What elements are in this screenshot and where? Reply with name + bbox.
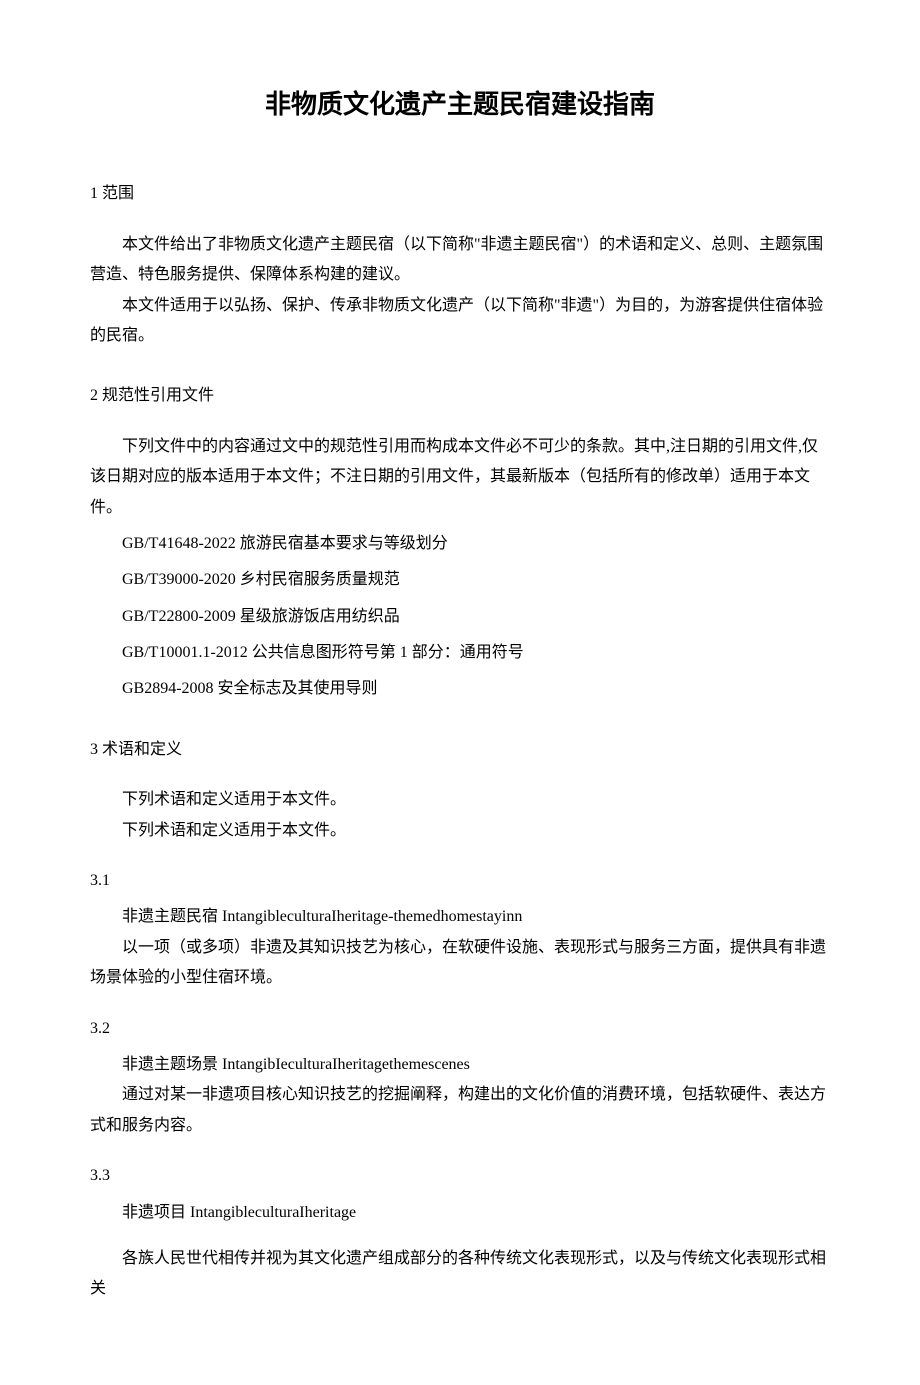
reference-item: GB/T41648-2022 旅游民宿基本要求与等级划分 [90,529,830,559]
reference-item: GB/T39000-2020 乡村民宿服务质量规范 [90,565,830,595]
section-1-para-1: 本文件给出了非物质文化遗产主题民宿（以下简称"非遗主题民宿"）的术语和定义、总则… [90,230,830,291]
section-1-para-2: 本文件适用于以弘扬、保护、传承非物质文化遗产（以下简称"非遗"）为目的，为游客提… [90,291,830,352]
section-3-para-2: 下列术语和定义适用于本文件。 [90,816,830,846]
section-3-para-1: 下列术语和定义适用于本文件。 [90,785,830,815]
section-1-heading: 1 范围 [90,179,830,209]
term-3-1-number: 3.1 [90,866,830,896]
term-3-2-definition: 通过对某一非遗项目核心知识技艺的挖掘阐释，构建出的文化价值的消费环境，包括软硬件… [90,1080,830,1141]
term-3-2-name: 非遗主题场景 IntangibIeculturaIheritagethemesc… [90,1050,830,1080]
section-2-para-1: 下列文件中的内容通过文中的规范性引用而构成本文件必不可少的条款。其中,注日期的引… [90,432,830,523]
reference-item: GB2894-2008 安全标志及其使用导则 [90,674,830,704]
term-3-1-definition: 以一项（或多项）非遗及其知识技艺为核心，在软硬件设施、表现形式与服务三方面，提供… [90,933,830,994]
section-3-heading: 3 术语和定义 [90,735,830,765]
document-title: 非物质文化遗产主题民宿建设指南 [90,80,830,129]
section-2-heading: 2 规范性引用文件 [90,381,830,411]
reference-item: GB/T10001.1-2012 公共信息图形符号第 1 部分：通用符号 [90,638,830,668]
reference-item: GB/T22800-2009 星级旅游饭店用纺织品 [90,602,830,632]
term-3-1-name: 非遗主题民宿 IntangibleculturaIheritage-themed… [90,902,830,932]
term-3-2-number: 3.2 [90,1014,830,1044]
term-3-3-definition: 各族人民世代相传并视为其文化遗产组成部分的各种传统文化表现形式，以及与传统文化表… [90,1244,830,1305]
term-3-3-name: 非遗项目 IntangibleculturaIheritage [90,1198,830,1228]
term-3-3-number: 3.3 [90,1161,830,1191]
